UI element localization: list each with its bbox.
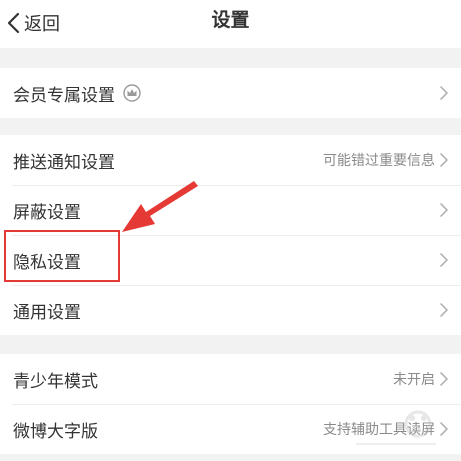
settings-group-general: 推送通知设置 可能错过重要信息 屏蔽设置 隐私设置 通用设置 — [0, 135, 461, 335]
chevron-right-icon — [440, 253, 448, 267]
settings-screen: 返回 设置 会员专属设置 推送通知设置 可能错过重要信息 屏蔽设置 隐私设置 通… — [0, 0, 461, 461]
row-value: 支持辅助工具读屏 — [323, 422, 435, 438]
chevron-right-icon — [440, 422, 448, 436]
row-accessory: 未开启 — [393, 369, 461, 389]
row-label: 屏蔽设置 — [13, 202, 81, 223]
row-value: 可能错过重要信息 — [323, 153, 435, 169]
row-accessory — [439, 85, 461, 101]
row-accessory — [439, 252, 461, 268]
row-label: 青少年模式 — [13, 371, 98, 392]
row-label: 会员专属设置 — [13, 85, 115, 106]
row-accessory: 可能错过重要信息 — [323, 150, 461, 170]
settings-row-teen-mode[interactable]: 青少年模式 未开启 — [0, 354, 461, 404]
page-title: 设置 — [211, 9, 250, 31]
row-accessory — [439, 202, 461, 218]
row-label: 推送通知设置 — [13, 152, 115, 173]
settings-row-privacy[interactable]: 隐私设置 — [0, 235, 461, 285]
navigation-bar: 返回 设置 — [0, 0, 461, 48]
settings-row-member[interactable]: 会员专属设置 — [0, 68, 461, 118]
chevron-right-icon — [440, 86, 448, 100]
settings-row-large-font[interactable]: 微博大字版 支持辅助工具读屏 — [0, 404, 461, 454]
row-label: 微博大字版 — [13, 421, 98, 442]
crown-icon — [123, 84, 141, 102]
settings-group-modes: 青少年模式 未开启 微博大字版 支持辅助工具读屏 — [0, 354, 461, 454]
settings-group-member: 会员专属设置 — [0, 68, 461, 118]
settings-row-block[interactable]: 屏蔽设置 — [0, 185, 461, 235]
settings-row-general[interactable]: 通用设置 — [0, 285, 461, 335]
settings-row-push-notification[interactable]: 推送通知设置 可能错过重要信息 — [0, 135, 461, 185]
row-accessory: 支持辅助工具读屏 — [323, 419, 461, 439]
row-accessory — [439, 302, 461, 318]
chevron-right-icon — [440, 303, 448, 317]
row-value: 未开启 — [393, 372, 435, 388]
chevron-right-icon — [440, 153, 448, 167]
row-label: 通用设置 — [13, 302, 81, 323]
chevron-right-icon — [440, 203, 448, 217]
chevron-right-icon — [440, 372, 448, 386]
row-label: 隐私设置 — [13, 252, 81, 273]
